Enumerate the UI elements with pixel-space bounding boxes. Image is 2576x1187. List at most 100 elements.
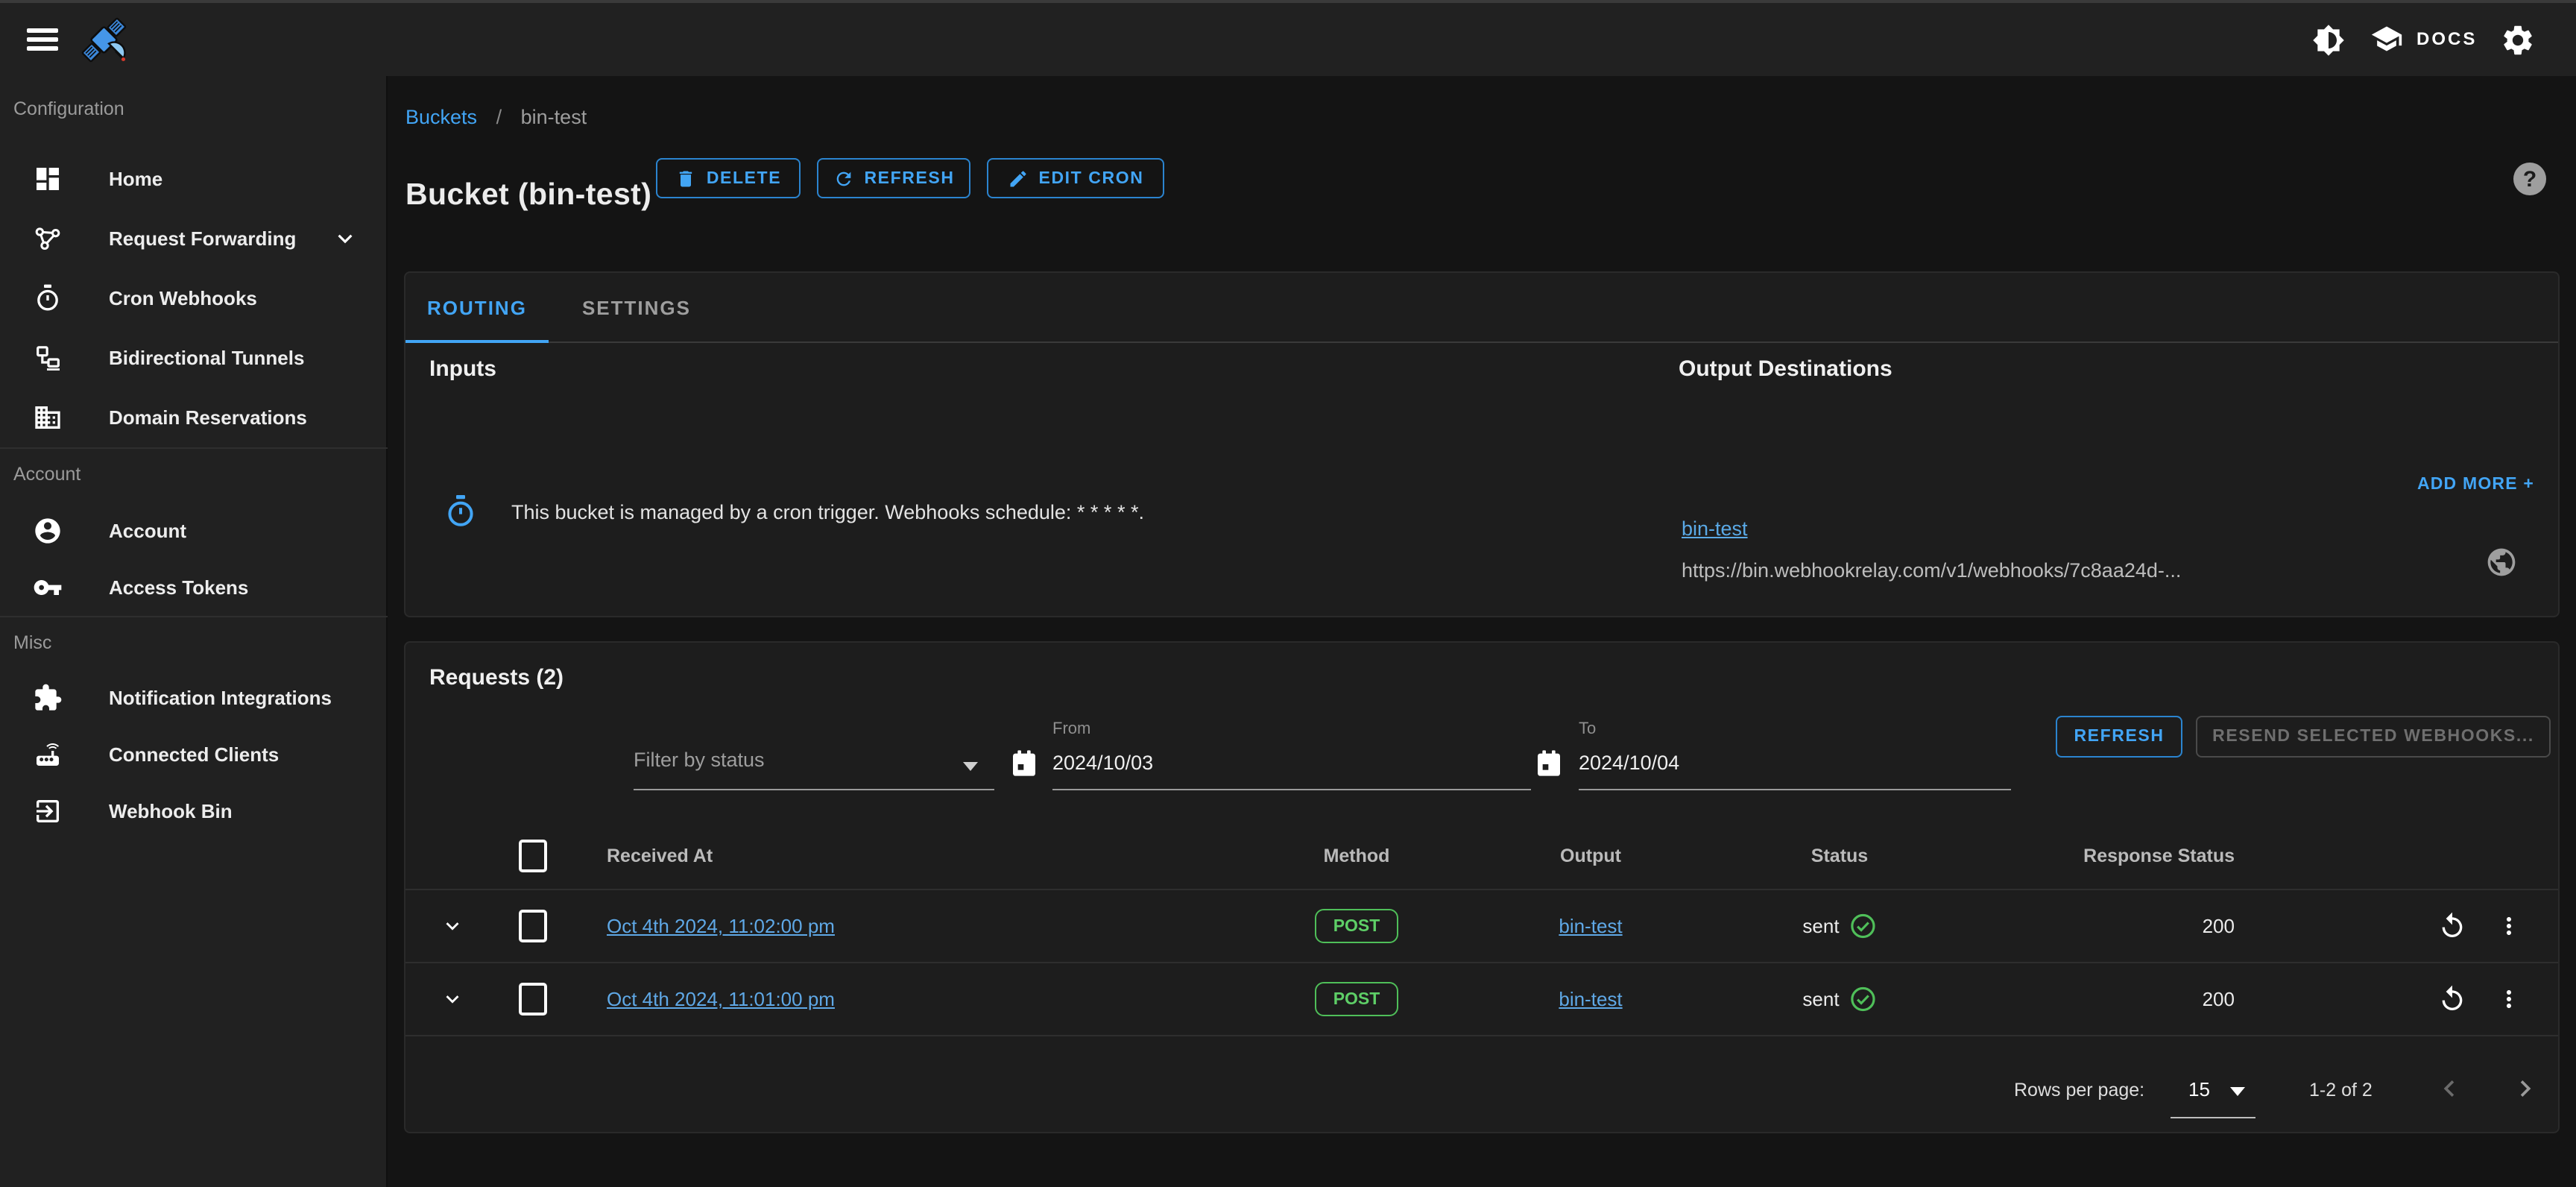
sidebar-item-connected-clients[interactable]: Connected Clients: [0, 725, 388, 784]
rows-per-page-label: Rows per page:: [2014, 1080, 2144, 1101]
rows-per-page-select[interactable]: 15: [2188, 1078, 2210, 1101]
cron-notice: This bucket is managed by a cron trigger…: [511, 501, 1144, 523]
expand-row-icon[interactable]: [440, 913, 465, 939]
next-page-icon[interactable]: [2509, 1072, 2542, 1105]
received-at-link[interactable]: Oct 4th 2024, 11:01:00 pm: [607, 988, 835, 1010]
destination-name-link[interactable]: bin-test: [1682, 517, 1748, 540]
tab-routing[interactable]: ROUTING: [405, 273, 549, 343]
sidebar-item-bidirectional-tunnels[interactable]: Bidirectional Tunnels: [0, 328, 388, 388]
row-checkbox[interactable]: [519, 910, 547, 942]
key-icon: [33, 573, 63, 602]
status-cell: sent: [1802, 912, 1876, 940]
rows-per-page-underline: [2171, 1117, 2255, 1118]
timer-icon: [33, 283, 63, 313]
kebab-menu-icon[interactable]: [2496, 986, 2522, 1013]
webhookrelay-logo-icon[interactable]: [78, 13, 131, 67]
requests-refresh-button[interactable]: REFRESH: [2056, 716, 2182, 758]
top-app-bar: DOCS: [0, 0, 2576, 76]
sidebar-item-notification-integrations[interactable]: Notification Integrations: [0, 668, 388, 728]
prev-page-icon[interactable]: [2433, 1072, 2466, 1105]
resend-icon[interactable]: [2437, 984, 2467, 1014]
delete-button[interactable]: DELETE: [656, 158, 801, 198]
from-underline: [1052, 789, 1531, 790]
to-underline: [1579, 789, 2011, 790]
menu-icon[interactable]: [27, 28, 58, 52]
docs-label: DOCS: [2416, 28, 2477, 49]
school-icon: [2370, 22, 2403, 55]
from-date-field[interactable]: 2024/10/03: [1052, 752, 1153, 774]
output-link[interactable]: bin-test: [1559, 915, 1622, 937]
breadcrumb-current: bin-test: [521, 106, 587, 128]
tab-settings[interactable]: SETTINGS: [549, 273, 724, 343]
calendar-icon-from[interactable]: [1009, 749, 1039, 778]
sidebar-item-home[interactable]: Home: [0, 149, 388, 209]
dashboard-icon: [33, 164, 63, 194]
status-cell: sent: [1802, 985, 1876, 1013]
domain-icon: [33, 403, 63, 432]
inputs-title: Inputs: [429, 356, 496, 382]
refresh-icon: [833, 168, 853, 189]
chevron-down-icon[interactable]: [331, 224, 359, 253]
sidebar-section-configuration: Configuration: [13, 98, 124, 119]
method-badge: POST: [1315, 982, 1398, 1016]
status-filter-select[interactable]: Filter by status: [634, 749, 765, 771]
to-label: To: [1579, 720, 1596, 738]
sidebar-item-webhook-bin[interactable]: Webhook Bin: [0, 781, 388, 841]
outputs-title: Output Destinations: [1679, 356, 1892, 382]
pencil-icon: [1008, 168, 1029, 189]
kebab-menu-icon[interactable]: [2496, 913, 2522, 939]
settings-gear-icon[interactable]: [2500, 22, 2536, 58]
sidebar-section-account: Account: [13, 464, 80, 485]
theme-toggle-icon[interactable]: [2312, 24, 2345, 57]
breadcrumb-separator: /: [496, 106, 502, 128]
calendar-icon-to[interactable]: [1534, 749, 1564, 778]
devices-icon: [33, 343, 63, 373]
col-received-at: Received At: [607, 845, 713, 866]
received-at-link[interactable]: Oct 4th 2024, 11:02:00 pm: [607, 915, 835, 937]
resend-icon[interactable]: [2437, 911, 2467, 941]
sidebar-divider: [0, 616, 388, 617]
puzzle-icon: [33, 683, 63, 713]
method-badge: POST: [1315, 909, 1398, 943]
sidebar-item-account[interactable]: Account: [0, 501, 388, 561]
sidebar-item-access-tokens[interactable]: Access Tokens: [0, 558, 388, 617]
cron-timer-icon: [443, 494, 479, 529]
breadcrumb-buckets-link[interactable]: Buckets: [405, 106, 477, 128]
sidebar: Configuration Home Request Forwarding Cr…: [0, 76, 388, 1187]
account-icon: [33, 516, 63, 546]
response-status: 200: [2203, 988, 2235, 1010]
to-date-field[interactable]: 2024/10/04: [1579, 752, 1679, 774]
expand-row-icon[interactable]: [440, 986, 465, 1012]
col-output: Output: [1560, 845, 1621, 866]
table-row: Oct 4th 2024, 11:01:00 pm POST bin-test …: [405, 963, 2558, 1036]
row-checkbox[interactable]: [519, 983, 547, 1016]
requests-title: Requests (2): [429, 665, 564, 690]
output-link[interactable]: bin-test: [1559, 988, 1622, 1010]
tab-bar: ROUTING SETTINGS: [405, 273, 2558, 343]
sidebar-item-request-forwarding[interactable]: Request Forwarding: [0, 209, 388, 268]
select-all-checkbox[interactable]: [519, 839, 547, 872]
col-response-status: Response Status: [2083, 845, 2235, 866]
routing-card: ROUTING SETTINGS Inputs Output Destinati…: [404, 271, 2560, 617]
check-circle-icon: [1849, 985, 1877, 1013]
table-header: Received At Method Output Status Respons…: [405, 822, 2558, 890]
globe-icon[interactable]: [2485, 546, 2518, 579]
status-filter-underline: [634, 789, 994, 790]
active-tab-indicator: [405, 339, 549, 343]
rows-per-page-caret-icon[interactable]: [2230, 1087, 2245, 1096]
sidebar-divider: [0, 447, 388, 449]
docs-button[interactable]: DOCS: [2370, 22, 2477, 55]
resend-selected-button[interactable]: RESEND SELECTED WEBHOOKS...: [2196, 716, 2551, 758]
col-status: Status: [1811, 845, 1868, 866]
sidebar-section-misc: Misc: [13, 632, 51, 653]
help-button[interactable]: ?: [2513, 163, 2546, 195]
edit-cron-button[interactable]: EDIT CRON: [987, 158, 1164, 198]
table-row: Oct 4th 2024, 11:02:00 pm POST bin-test …: [405, 890, 2558, 963]
hub-icon: [33, 224, 63, 254]
col-method: Method: [1324, 845, 1390, 866]
sidebar-item-cron-webhooks[interactable]: Cron Webhooks: [0, 268, 388, 328]
add-more-button[interactable]: ADD MORE +: [2417, 476, 2534, 494]
sidebar-item-domain-reservations[interactable]: Domain Reservations: [0, 388, 388, 447]
refresh-bucket-button[interactable]: REFRESH: [817, 158, 970, 198]
select-caret-icon[interactable]: [963, 762, 978, 771]
